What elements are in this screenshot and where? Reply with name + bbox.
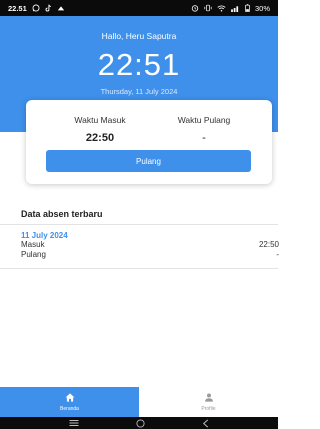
check-out-column: Waktu Pulang - [154, 115, 254, 144]
check-out-label: Waktu Pulang [177, 115, 231, 125]
nav-label-profile: Profile [201, 406, 216, 412]
whatsapp-icon [32, 4, 40, 12]
battery-icon [245, 4, 250, 12]
status-time: 22.51 [8, 3, 27, 13]
recent-apps-icon[interactable] [69, 419, 79, 427]
tiktok-icon [45, 4, 51, 12]
status-right: 30% [191, 4, 270, 13]
greeting-text: Hallo, Heru Saputra [101, 31, 177, 41]
status-left: 22.51 [8, 4, 65, 13]
signal-icon [231, 5, 239, 12]
battery-percentage: 30% [254, 3, 270, 13]
nav-item-beranda[interactable]: Beranda [0, 387, 139, 417]
divider [0, 268, 278, 269]
attendance-card: Waktu Masuk 22:50 Waktu Pulang - Pulang [26, 100, 272, 184]
cloud-icon [57, 6, 64, 11]
record-row-label: Masuk [21, 240, 45, 249]
nav-label-beranda: Beranda [60, 406, 79, 412]
divider [0, 224, 278, 225]
record-row-value: 22:50 [258, 240, 279, 249]
record-row-pulang: Pulang - [21, 250, 279, 260]
system-navigation-bar [0, 417, 278, 429]
record-row-masuk: Masuk 22:50 [21, 240, 279, 250]
check-in-column: Waktu Masuk 22:50 [50, 115, 150, 144]
home-icon [65, 393, 74, 402]
person-icon [204, 393, 213, 402]
check-in-time: 22:50 [85, 132, 115, 144]
check-in-label: Waktu Masuk [74, 115, 126, 125]
home-button-icon[interactable] [136, 418, 145, 428]
record-row-label: Pulang [21, 250, 46, 259]
check-out-time: - [202, 132, 206, 144]
current-date: Thursday, 11 July 2024 [100, 87, 178, 96]
current-clock: 22:51 [97, 47, 181, 82]
attendance-record: 11 July 2024 Masuk 22:50 Pulang - [21, 231, 279, 260]
status-bar: 22.51 30% [0, 0, 278, 16]
recent-attendance-title: Data absen terbaru [21, 209, 103, 219]
vibrate-icon [204, 4, 212, 12]
alarm-icon [191, 5, 199, 12]
record-row-value: - [276, 250, 279, 259]
record-date: 11 July 2024 [21, 231, 68, 240]
back-icon[interactable] [202, 419, 209, 428]
bottom-navigation: Beranda Profile [0, 387, 278, 417]
check-out-button[interactable]: Pulang [46, 150, 251, 172]
nav-item-profile[interactable]: Profile [139, 387, 278, 417]
wifi-icon [217, 4, 226, 11]
